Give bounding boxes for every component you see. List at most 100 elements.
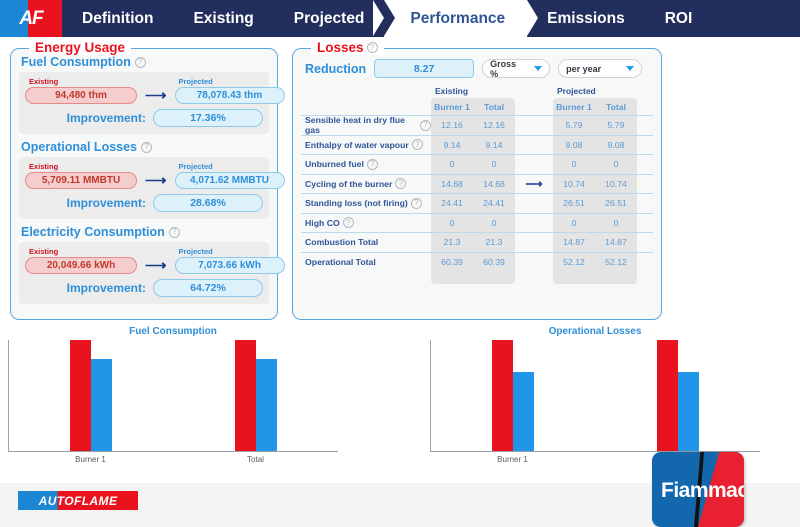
x-label: Burner 1 [75,455,106,464]
cell-projected-burner1: 26.51 [563,198,585,209]
losses-panel: Losses ? Reduction 8.27 Gross % per year… [292,40,662,320]
bar-projected [255,359,277,451]
help-icon[interactable]: ? [134,56,146,68]
bar-projected [513,371,535,451]
help-icon[interactable]: ? [366,158,378,170]
projected-label-oploss: Projected [178,162,213,171]
bar-existing [234,340,256,451]
chart-bars [431,340,760,451]
tab-roi-label: ROI [664,9,693,27]
bar-group-total [174,340,339,451]
cell-projected-burner1: 9.08 [565,139,583,150]
cell-existing-burner1: 0 [449,217,455,228]
autoflame-logo-text: AUTOFLAME [38,493,118,508]
existing-field-elec: Existing 20,049.66 kWh [25,247,137,274]
losses-table-inner: Existing Projected Burner 1 Total Burner… [301,86,653,271]
help-icon[interactable]: ? [366,42,378,53]
cell-projected-burner1: 0 [571,217,577,228]
section-label-fuel-consumption: Fuel Consumption [21,55,131,69]
projected-label-elec: Projected [178,247,213,256]
metric-box-fuel-consumption: Existing 94,480 thm ⟶ Projected 78,078.4… [19,72,285,134]
period-dropdown[interactable]: per year [558,59,643,78]
cell-existing-burner1: 21.3 [443,237,461,248]
x-label: Burner 1 [497,455,528,464]
cell-existing-burner1: 60.39 [441,256,463,267]
tab-projected-label: Projected [293,9,365,27]
cell-existing-burner1: 9.14 [443,139,461,150]
fiammac-logo: Fiammac [652,452,744,527]
table-sub-header-row: Burner 1 Total Burner 1 Total [301,98,653,115]
row-label-text: Standing loss (not firing) [305,198,408,209]
fiammac-logo-text: Fiammac [661,479,744,502]
tab-emissions[interactable]: Emissions [527,0,656,37]
chart-plot-area [430,340,760,452]
help-icon[interactable]: ? [420,119,431,131]
existing-value-fuel[interactable]: 94,480 thm [25,87,137,104]
chart-bars [9,340,338,451]
row-label: Enthalpy of water vapour ? [301,139,431,151]
help-icon[interactable]: ? [411,139,423,151]
help-icon[interactable]: ? [168,226,180,238]
table-row: Sensible heat in dry flue gas ? 12.16 12… [301,115,653,135]
cell-projected-burner1: 10.74 [563,178,585,189]
cell-existing-total: 14.68 [483,178,505,189]
section-header-electricity-consumption: Electricity Consumption ? [11,219,277,242]
cell-existing-burner1: 12.16 [441,120,463,131]
projected-value-fuel[interactable]: 78,078.43 thm [174,87,285,104]
sub-header-projected-total: Total [605,101,627,112]
chart-plot-area [8,340,338,452]
energy-usage-title: Energy Usage [29,40,132,55]
row-label-text: Enthalpy of water vapour [305,139,409,150]
table-row: Combustion Total 21.3 21.3 14.87 14.87 [301,232,653,252]
unit-dropdown[interactable]: Gross % [482,59,551,79]
row-label-text: High CO [305,217,340,228]
metric-row-fuel-consumption: Existing 94,480 thm ⟶ Projected 78,078.4… [25,77,285,104]
bar-existing [70,340,92,451]
sub-header-existing-burner1: Burner 1 [434,101,470,112]
tab-projected[interactable]: Projected [274,0,396,37]
existing-label-fuel: Existing [29,77,59,86]
help-icon[interactable]: ? [410,197,422,209]
reduction-input[interactable]: 8.27 [374,59,475,78]
section-label-operational-losses: Operational Losses [21,140,138,154]
existing-field-oploss: Existing 5,709.11 MMBTU [25,162,137,189]
autoflame-af-logo: AF [0,0,62,37]
table-row: Operational Total 60.39 60.39 52.12 52.1… [301,251,653,272]
autoflame-footer-logo: AUTOFLAME [18,491,138,510]
row-label: High CO ? [301,217,431,229]
energy-usage-panel: Energy Usage Fuel Consumption ? Existing… [10,40,285,320]
chart-title: Fuel Consumption [129,326,217,337]
row-label: Combustion Total [301,237,431,247]
table-row: Cycling of the burner ? 14.68 14.68 ⟶ 10… [301,173,653,194]
tab-existing[interactable]: Existing [173,0,273,37]
period-dropdown-label: per year [566,63,602,74]
improvement-row-fuel: Improvement: 17.36% [25,109,263,127]
arrow-right-icon: ⟶ [145,87,167,104]
table-group-header-row: Existing Projected [301,86,653,98]
projected-field-fuel: Projected 78,078.43 thm [174,77,285,104]
tab-emissions-label: Emissions [547,9,625,27]
help-icon[interactable]: ? [141,141,153,153]
projected-value-elec[interactable]: 7,073.66 kWh [174,257,285,274]
table-row: Unburned fuel ? 0 0 0 0 [301,154,653,174]
losses-table: Existing Projected Burner 1 Total Burner… [301,86,653,284]
losses-title: Losses ? [311,40,384,55]
row-label-text: Cycling of the burner [305,178,393,189]
chevron-down-icon [626,66,635,71]
existing-value-oploss[interactable]: 5,709.11 MMBTU [25,172,137,189]
improvement-row-oploss: Improvement: 28.68% [25,194,263,212]
tab-definition[interactable]: Definition [62,0,173,37]
cell-projected-total: 26.51 [605,198,627,209]
improvement-value-elec: 64.72% [153,279,263,297]
projected-value-oploss[interactable]: 4,071.62 MMBTU [174,172,285,189]
cell-existing-total: 9.14 [485,139,503,150]
tab-performance[interactable]: Performance [373,0,538,37]
af-logo-text: AF [19,7,43,29]
existing-value-elec[interactable]: 20,049.66 kWh [25,257,137,274]
sub-header-existing-total: Total [483,101,505,112]
group-header-existing: Existing [435,86,469,96]
chart-x-axis-labels: Burner 1 Total [8,455,338,464]
help-icon[interactable]: ? [395,178,407,190]
help-icon[interactable]: ? [342,217,354,229]
existing-field-fuel: Existing 94,480 thm [25,77,137,104]
